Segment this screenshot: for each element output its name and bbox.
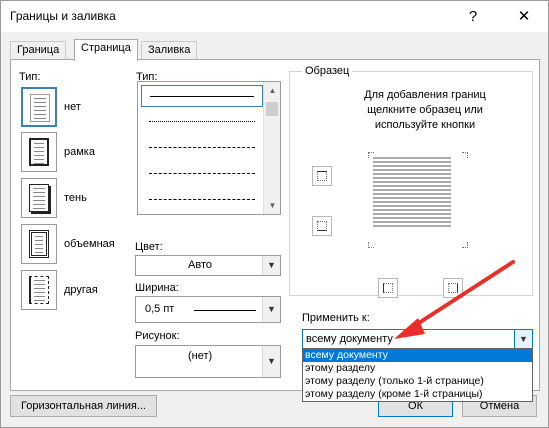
tab-page-border[interactable]: Страница	[74, 39, 138, 61]
tab-shading[interactable]: Заливка	[141, 41, 198, 60]
page-shadow-icon	[21, 178, 57, 218]
preview-page[interactable]	[373, 157, 451, 235]
page-box-icon	[21, 132, 57, 172]
dialog-title: Границы и заливка	[10, 9, 116, 23]
color-value: Авто	[188, 259, 212, 271]
color-combo[interactable]: Авто ▼	[135, 255, 281, 276]
chevron-down-icon[interactable]: ▼	[262, 297, 280, 322]
page-custom-icon	[21, 270, 57, 310]
line-style-dotted[interactable]	[141, 111, 263, 133]
page-3d-icon	[21, 224, 57, 264]
apply-to-dropdown-list: всему документу этому разделу этому разд…	[302, 348, 533, 402]
apply-to-option[interactable]: этому разделу (только 1-й странице)	[303, 375, 532, 388]
right-border-button[interactable]	[443, 278, 463, 298]
page-none-icon	[21, 87, 57, 127]
setting-none[interactable]: нет	[21, 87, 131, 131]
setting-none-label: нет	[64, 101, 81, 113]
scroll-thumb[interactable]	[266, 102, 278, 116]
line-style-scrollbar[interactable]: ▲ ▼	[263, 82, 280, 214]
line-style-dash-dot[interactable]	[141, 189, 263, 211]
corner-mark	[462, 242, 468, 248]
width-line-sample	[194, 310, 256, 311]
chevron-down-icon[interactable]: ▼	[514, 330, 532, 348]
corner-mark	[462, 152, 468, 158]
art-combo[interactable]: (нет) ▼	[135, 345, 281, 378]
art-value: (нет)	[188, 350, 213, 362]
bottom-border-button[interactable]	[312, 216, 332, 236]
left-border-button[interactable]	[378, 278, 398, 298]
apply-to-option[interactable]: этому разделу (кроме 1-й страницы)	[303, 388, 532, 401]
scroll-up-icon[interactable]: ▲	[264, 82, 281, 99]
setting-box[interactable]: рамка	[21, 132, 131, 176]
setting-shadow-label: тень	[64, 192, 87, 204]
setting-custom-label: другая	[64, 284, 98, 296]
setting-3d[interactable]: объемная	[21, 224, 131, 268]
close-button[interactable]: ✕	[502, 1, 546, 32]
setting-heading: Тип:	[19, 71, 41, 83]
tab-borders[interactable]: Граница	[10, 41, 67, 60]
apply-to-value: всему документу	[306, 333, 393, 345]
line-style-dashed[interactable]	[141, 163, 263, 185]
preview-heading: Образец	[302, 65, 353, 77]
chevron-down-icon[interactable]: ▼	[262, 256, 280, 275]
apply-to-combo[interactable]: всему документу ▼	[302, 329, 533, 349]
setting-3d-label: объемная	[64, 238, 115, 250]
preview-hint: Для добавления границ щелкните образец и…	[364, 89, 486, 131]
color-label: Цвет:	[135, 241, 163, 253]
top-border-button[interactable]	[312, 166, 332, 186]
setting-custom[interactable]: другая	[21, 270, 131, 314]
title-bar: Границы и заливка ? ✕	[1, 1, 548, 32]
width-label: Ширина:	[135, 282, 179, 294]
chevron-down-icon[interactable]: ▼	[262, 346, 280, 377]
borders-and-shading-dialog: Границы и заливка ? ✕ Граница Страница З…	[0, 0, 549, 428]
help-button[interactable]: ?	[451, 1, 495, 32]
width-value: 0,5 пт	[145, 303, 175, 315]
setting-shadow[interactable]: тень	[21, 178, 131, 222]
corner-mark	[368, 242, 374, 248]
apply-to-label: Применить к:	[302, 312, 370, 324]
apply-to-option[interactable]: этому разделу	[303, 362, 532, 375]
apply-to-option[interactable]: всему документу	[303, 349, 532, 362]
horizontal-line-button[interactable]: Горизонтальная линия...	[10, 395, 157, 417]
setting-box-label: рамка	[64, 146, 95, 158]
line-style-dashed-short[interactable]	[141, 137, 263, 159]
art-label: Рисунок:	[135, 330, 180, 342]
line-style-solid[interactable]	[141, 85, 263, 107]
preview-group: Образец Для добавления границ щелкните о…	[289, 65, 533, 298]
width-combo[interactable]: 0,5 пт ▼	[135, 296, 281, 323]
line-style-listbox[interactable]: ▲ ▼	[137, 81, 281, 215]
scroll-down-icon[interactable]: ▼	[264, 197, 281, 214]
